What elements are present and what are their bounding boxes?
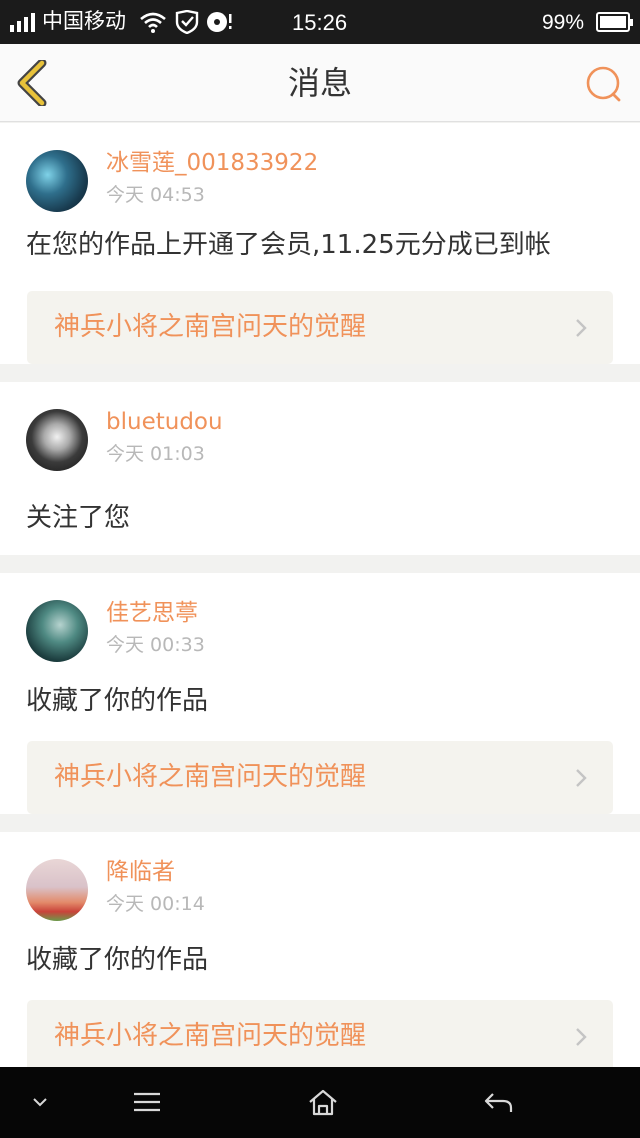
nav-bar: 消息 [0,44,640,122]
menu-icon [134,1092,160,1112]
user-name[interactable]: 降临者 [106,857,175,887]
message-text: 收藏了你的作品 [26,945,209,975]
battery-icon [596,12,633,32]
chevron-down-icon [33,1098,47,1107]
timestamp: 今天 04:53 [106,184,205,206]
disc-icon [207,12,232,32]
signal-icon [10,12,36,32]
user-name[interactable]: 冰雪莲_001833922 [106,148,318,178]
message-header: 冰雪莲_001833922 今天 04:53 [0,123,640,212]
chevron-right-icon [576,769,587,787]
home-icon [309,1089,337,1116]
timestamp: 今天 00:14 [106,893,205,915]
chevron-right-icon [576,319,587,337]
timestamp: 今天 00:33 [106,634,205,656]
search-icon[interactable] [582,64,626,104]
work-link[interactable]: 神兵小将之南宫问天的觉醒 [27,741,613,814]
message-card: bluetudou 今天 01:03 关注了您 [0,382,640,555]
battery-percent: 99% [542,11,585,34]
message-header: 佳艺思葶 今天 00:33 [0,573,640,662]
carrier-label: 中国移动 [42,10,126,33]
avatar[interactable] [26,859,88,921]
message-text: 在您的作品上开通了会员,11.25元分成已到帐 [26,230,551,260]
avatar[interactable] [26,150,88,212]
work-title: 神兵小将之南宫问天的觉醒 [54,312,367,342]
user-name[interactable]: bluetudou [106,407,223,437]
message-text: 关注了您 [26,503,131,533]
menu-button[interactable] [120,1067,174,1138]
shield-icon [175,10,199,34]
avatar[interactable] [26,409,88,471]
battery-level [600,16,626,28]
system-nav-bar [0,1067,640,1138]
message-card: 降临者 今天 00:14 收藏了你的作品 神兵小将之南宫问天的觉醒 [0,832,640,1073]
home-button[interactable] [296,1067,350,1138]
work-title: 神兵小将之南宫问天的觉醒 [54,762,367,792]
page-title: 消息 [287,64,352,102]
message-card: 冰雪莲_001833922 今天 04:53 在您的作品上开通了会员,11.25… [0,123,640,364]
user-name[interactable]: 佳艺思葶 [106,598,198,628]
chevron-right-icon [576,1028,587,1046]
clock: 15:26 [292,10,348,35]
back-arrow-icon [484,1093,513,1112]
avatar[interactable] [26,600,88,662]
wifi-icon [140,12,166,33]
work-link[interactable]: 神兵小将之南宫问天的觉醒 [27,1000,613,1073]
back-button[interactable] [472,1067,526,1138]
hide-nav-button[interactable] [20,1067,60,1138]
timestamp: 今天 01:03 [106,443,205,465]
work-link[interactable]: 神兵小将之南宫问天的觉醒 [27,291,613,364]
message-text: 收藏了你的作品 [26,686,209,716]
message-feed: 冰雪莲_001833922 今天 04:53 在您的作品上开通了会员,11.25… [0,123,640,1091]
message-header: 降临者 今天 00:14 [0,832,640,921]
status-bar: 中国移动 15:26 99% [0,0,640,44]
message-card: 佳艺思葶 今天 00:33 收藏了你的作品 神兵小将之南宫问天的觉醒 [0,573,640,814]
message-header: bluetudou 今天 01:03 [0,382,640,471]
work-title: 神兵小将之南宫问天的觉醒 [54,1021,367,1051]
